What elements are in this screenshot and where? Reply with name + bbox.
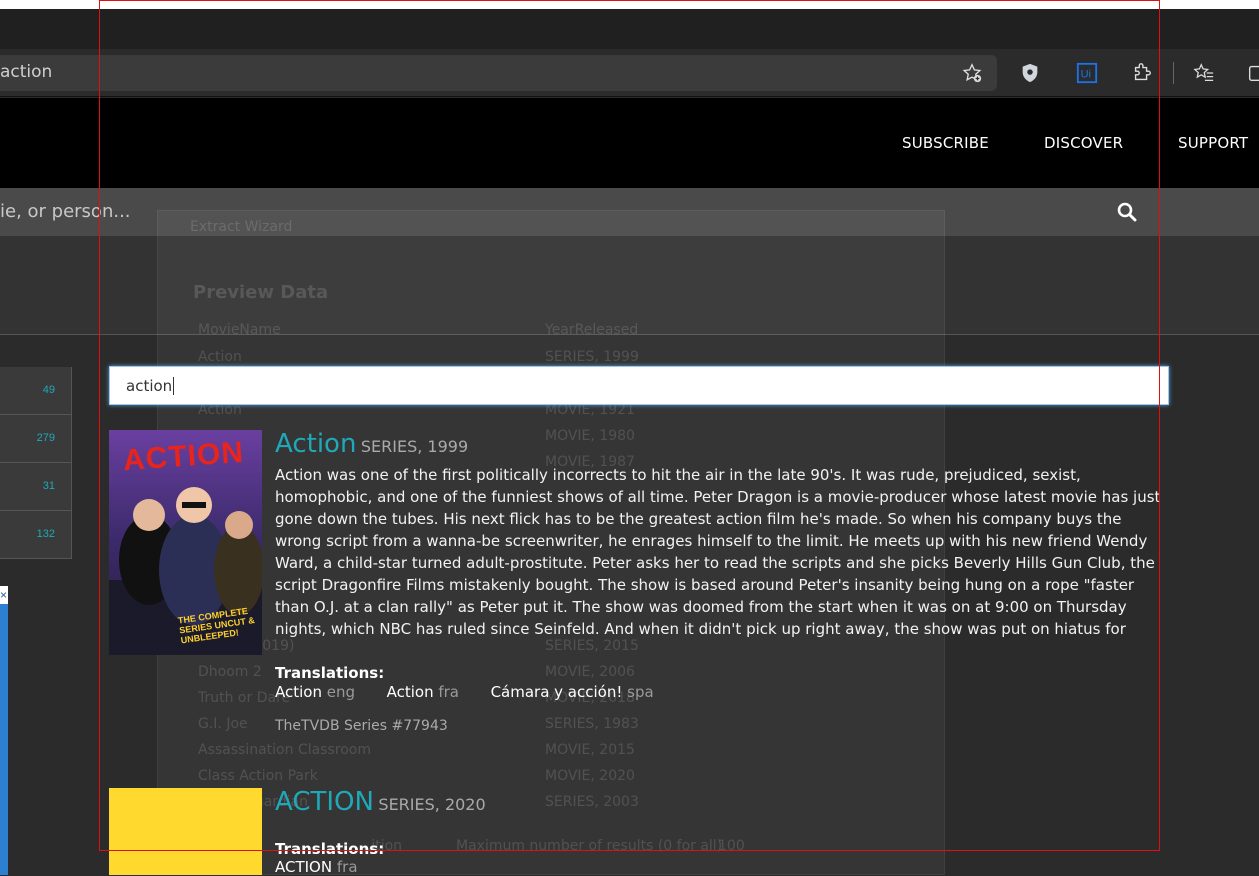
facet-count: 49 — [42, 384, 55, 396]
result-heading: Action SERIES, 1999 — [275, 429, 468, 459]
svg-text:Ui: Ui — [1081, 69, 1091, 81]
facet-item[interactable]: 279 — [0, 415, 72, 463]
facet-item[interactable]: 132 — [0, 511, 72, 559]
wizard-cell: Class Action Park — [198, 768, 318, 784]
site-search-placeholder[interactable]: ie, or person... — [0, 201, 131, 222]
translation-lang: eng — [326, 683, 356, 701]
result-title[interactable]: Action — [275, 429, 356, 459]
wizard-cell: MOVIE, 2006 — [545, 664, 635, 680]
divider — [0, 334, 1259, 335]
wizard-max-results-label: Maximum number of results (0 for all) — [456, 838, 723, 854]
translation-name: ACTION — [275, 858, 333, 876]
results-search-value: action — [126, 377, 173, 395]
translation-lang: fra — [438, 683, 459, 701]
toolbar-separator — [1173, 62, 1174, 84]
translation-lang: fra — [336, 858, 358, 876]
translation-lang: spa — [627, 683, 654, 701]
wizard-cell: MOVIE, 1980 — [545, 428, 635, 444]
favorite-add-icon[interactable] — [960, 61, 984, 85]
address-bar[interactable] — [0, 55, 997, 91]
result-type: SERIES, 1999 — [360, 437, 469, 456]
address-text[interactable]: action — [0, 62, 52, 82]
wizard-cell: Dhoom 2 — [198, 664, 262, 680]
nav-discover[interactable]: DISCOVER — [1044, 134, 1123, 152]
result-title[interactable]: ACTION — [275, 787, 374, 817]
nav-subscribe[interactable]: SUBSCRIBE — [902, 134, 989, 152]
tab-bar — [0, 9, 1259, 49]
search-icon[interactable] — [1117, 202, 1137, 222]
translations-list: ACTION fra — [275, 858, 358, 876]
wizard-cell: Assassination Classroom — [198, 742, 371, 758]
content-header-band — [0, 236, 1259, 334]
result-type: SERIES, 2020 — [378, 795, 486, 814]
facet-count: 132 — [36, 528, 55, 540]
collections-icon[interactable] — [1245, 61, 1259, 85]
wizard-cell: SERIES, 1983 — [545, 716, 639, 732]
text-cursor — [173, 377, 175, 395]
results-search-input[interactable]: action — [109, 366, 1169, 405]
translations-label: Translations: — [275, 664, 385, 682]
wizard-cell: Action — [198, 349, 242, 365]
wizard-cell: SERIES, 2015 — [545, 638, 639, 654]
close-icon[interactable]: × — [0, 586, 8, 604]
wizard-cell: MOVIE, 2020 — [545, 768, 635, 784]
translations-label: Translations: — [275, 840, 385, 858]
facet-item[interactable]: 49 — [0, 367, 72, 415]
facet-item[interactable]: 31 — [0, 463, 72, 511]
uipath-extension-icon[interactable]: Ui — [1075, 61, 1099, 85]
result-poster[interactable]: ACTION THE COMPLETE SERIES UNCUT & UNBLE… — [109, 430, 262, 655]
result-heading: ACTION SERIES, 2020 — [275, 787, 486, 817]
wizard-cell: G.I. Joe — [198, 716, 248, 732]
result-poster[interactable] — [109, 788, 262, 875]
translation-name: Cámara y acción! — [490, 683, 623, 701]
translations-list: Action eng Action fra Cámara y acción! s… — [275, 683, 654, 701]
wizard-cell: SERIES, 2003 — [545, 794, 639, 810]
wizard-cell: SERIES, 1999 — [545, 349, 639, 365]
site-search-bar[interactable] — [0, 188, 1259, 236]
wizard-max-results-value: 100 — [718, 838, 745, 854]
result-description: Action was one of the first politically … — [275, 466, 1161, 638]
result-source-id[interactable]: TheTVDB Series #77943 — [275, 718, 448, 734]
translation-name: Action — [275, 683, 322, 701]
window-top-strip — [0, 0, 1259, 9]
shield-extension-icon[interactable] — [1018, 61, 1042, 85]
translation-name: Action — [386, 683, 434, 701]
puzzle-extensions-icon[interactable] — [1130, 61, 1154, 85]
nav-support[interactable]: SUPPORT — [1178, 134, 1248, 152]
facet-count: 31 — [42, 480, 55, 492]
favorites-icon[interactable] — [1192, 61, 1216, 85]
facet-count: 279 — [36, 432, 55, 444]
wizard-cell: MOVIE, 2015 — [545, 742, 635, 758]
side-panel — [0, 586, 8, 875]
